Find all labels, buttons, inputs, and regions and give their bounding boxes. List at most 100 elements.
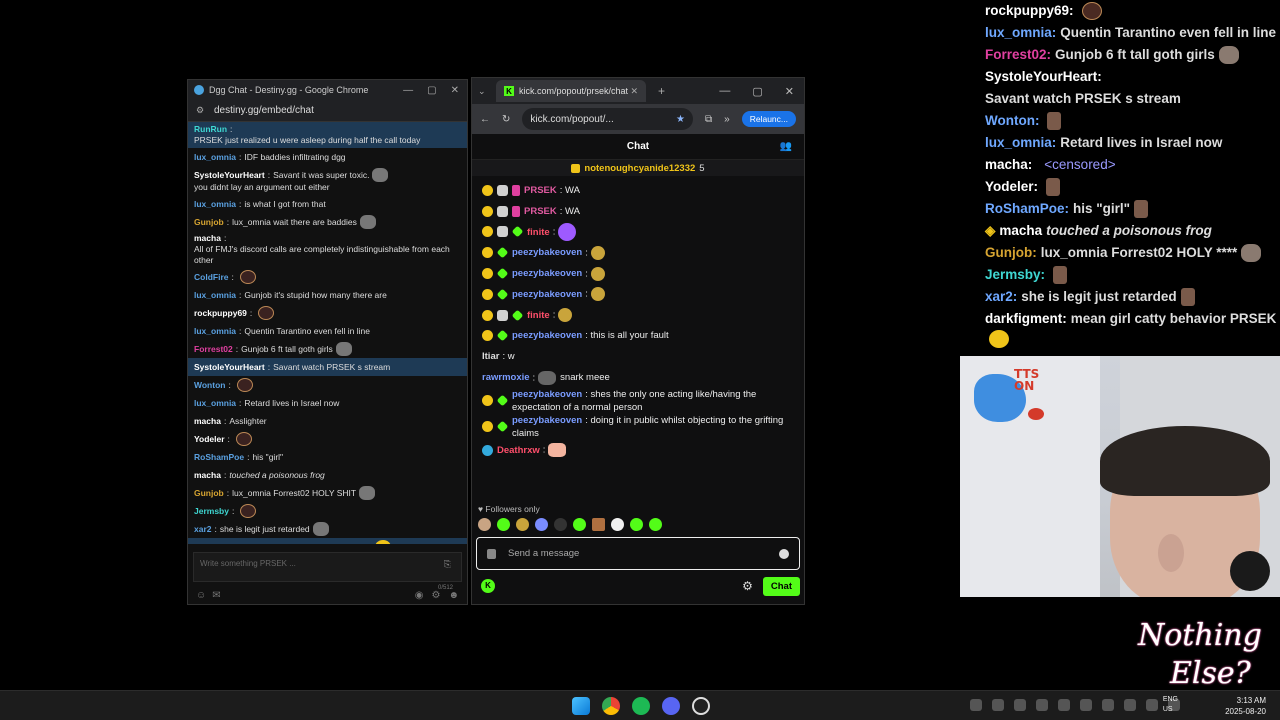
dgg-address-bar[interactable]: ⚙ destiny.gg/embed/chat [188,100,467,122]
tray-app-icon[interactable] [1036,699,1048,711]
kick-message: peezybakeoven: shes the only one acting … [482,388,794,414]
taskbar-clock[interactable]: 3:13 AM 2025-08-20 [1225,695,1266,717]
dgg-username[interactable]: Yodeler [194,434,225,445]
dgg-username[interactable]: macha [194,470,221,481]
dgg-username[interactable]: Gunjob [194,217,224,228]
user-add-icon[interactable]: 👥 [780,141,792,152]
kick-message-input[interactable]: Send a message [476,537,800,570]
emote-icon[interactable] [630,518,643,531]
dgg-username[interactable]: SystoleYourHeart [194,362,265,373]
kick-message-list[interactable]: PRSEK: WA PRSEK: WA finite: peezybakeoven: p… [472,176,804,486]
kick-username[interactable]: peezybakeoven [512,330,582,341]
tray-app-icon[interactable] [1058,699,1070,711]
dgg-username[interactable]: lux_omnia [194,290,236,301]
kick-username[interactable]: finite [527,310,550,321]
dgg-username[interactable]: Wonton [194,380,225,391]
minimize-button[interactable]: — [403,85,413,96]
overlay-text: Gunjob 6 ft tall goth girls [1055,47,1215,62]
kick-username[interactable]: peezybakeoven [512,289,582,300]
kick-username[interactable]: PRSEK [524,185,557,196]
tab-close-icon[interactable]: ✕ [630,86,638,97]
maximize-button[interactable]: ▢ [752,85,762,98]
dgg-username[interactable]: xar2 [194,524,212,535]
new-tab-button[interactable]: + [658,84,665,98]
dgg-username[interactable]: lux_omnia [194,398,236,409]
mic-tray-icon[interactable] [1146,699,1158,711]
dgg-username[interactable]: lux_omnia [194,199,236,210]
relaunch-button[interactable]: Relaunc... [741,111,796,127]
attach-icon[interactable]: ⎘ [444,559,451,570]
kick-points-icon[interactable]: K [481,579,495,593]
discord-icon[interactable] [662,697,680,715]
dgg-username[interactable]: lux_omnia [194,326,236,337]
dgg-username[interactable]: ColdFire [194,272,228,283]
language-indicator[interactable]: ENG US [1163,695,1178,715]
dgg-username[interactable]: RoShamPoe [194,452,244,463]
obs-icon[interactable] [692,697,710,715]
emoji-picker-icon[interactable] [779,548,789,559]
dgg-chat-input[interactable]: Write something PRSEK ... ⎘ 0/512 [193,552,462,591]
kick-username[interactable]: peezybakeoven [512,415,582,426]
dgg-username[interactable]: macha [194,233,221,244]
minimize-button[interactable]: — [719,85,730,98]
kick-username[interactable]: peezybakeoven [512,247,582,258]
kick-username[interactable]: rawrmoxie [482,372,530,383]
emote-icon[interactable] [478,518,491,531]
dgg-username[interactable]: Forrest02 [194,344,233,355]
dgg-username[interactable]: SystoleYourHeart [194,170,265,181]
kick-username[interactable]: Itiar [482,351,499,362]
close-button[interactable]: ✕ [785,85,794,98]
start-button-icon[interactable] [572,697,590,715]
kick-username[interactable]: Deathrxw [497,445,540,456]
dgg-username[interactable]: rockpuppy69 [194,308,247,319]
spotify-icon[interactable] [632,697,650,715]
watch-icon[interactable]: ◉ [415,590,424,601]
emote-icon[interactable] [573,518,586,531]
kick-username[interactable]: peezybakeoven [512,268,582,279]
back-icon[interactable]: ← [480,114,490,125]
emote-icon[interactable] [554,518,567,531]
dgg-url: destiny.gg/embed/chat [214,105,314,116]
site-info-icon[interactable]: ⚙ [196,105,206,116]
tab-search-icon[interactable]: ⌄ [478,86,492,97]
dgg-username[interactable]: macha [194,416,221,427]
tray-app-icon[interactable] [1014,699,1026,711]
close-button[interactable]: ✕ [451,85,459,96]
emote-icon[interactable] [649,518,662,531]
kick-username[interactable]: PRSEK [524,206,557,217]
reload-icon[interactable]: ↻ [502,114,510,125]
kick-username[interactable]: finite [527,227,550,238]
chat-settings-icon[interactable]: ⚙ [742,579,753,593]
extensions-icon[interactable]: ⧉ [705,114,712,125]
dgg-username[interactable]: Gunjob [194,488,224,499]
tray-app-icon[interactable] [1124,699,1136,711]
tray-app-icon[interactable] [1080,699,1092,711]
emote-icon[interactable] [592,518,605,531]
kick-username[interactable]: peezybakeoven [512,389,582,400]
bookmark-star-icon[interactable]: ★ [676,114,685,125]
dgg-username[interactable]: Jermsby [194,506,229,517]
tray-chevron-icon[interactable] [970,699,982,711]
send-chat-button[interactable]: Chat [762,576,800,596]
kick-address-bar[interactable]: kick.com/popout/... ★ [522,108,694,130]
tab-kick-chat[interactable]: K kick.com/popout/prsek/chat ✕ [496,80,646,102]
dgg-username[interactable]: darkfigment [194,542,243,545]
emote-icon[interactable]: ☺ [196,590,206,601]
tray-app-icon[interactable] [1102,699,1114,711]
more-tools-icon[interactable]: » [724,114,730,125]
tray-app-icon[interactable] [992,699,1004,711]
dgg-message: lux_omnia: Gunjob it's stupid how many th… [188,286,467,304]
users-icon[interactable]: ☻ [448,590,459,601]
emote-icon[interactable] [611,518,624,531]
emote-icon[interactable] [535,518,548,531]
emote-icon[interactable] [516,518,529,531]
pinned-gifter[interactable]: notenoughcyanide12332 5 [472,160,804,176]
maximize-button[interactable]: ▢ [427,85,436,96]
dgg-message-list[interactable]: RunRun: PRSEK just realized u were asleep… [188,122,467,544]
dgg-username[interactable]: lux_omnia [194,152,236,163]
chrome-icon[interactable] [602,697,620,715]
whisper-icon[interactable]: ✉ [212,590,220,601]
dgg-username[interactable]: RunRun [194,124,227,135]
settings-icon[interactable]: ⚙ [432,590,441,601]
emote-icon[interactable] [497,518,510,531]
